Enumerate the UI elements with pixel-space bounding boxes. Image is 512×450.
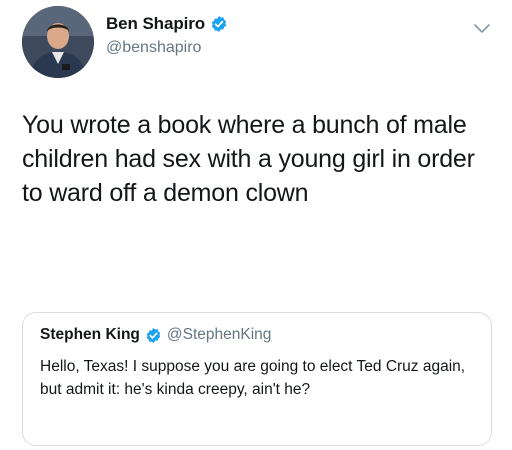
quoted-tweet-header: Stephen King @StephenKing (40, 324, 271, 346)
avatar[interactable] (22, 6, 94, 78)
display-name[interactable]: Ben Shapiro (106, 14, 205, 34)
chevron-down-icon[interactable] (473, 22, 491, 34)
quoted-display-name: Stephen King (40, 326, 140, 343)
quoted-verified-badge-icon (145, 327, 162, 344)
verified-badge-icon (210, 15, 228, 33)
tweet-text: You wrote a book where a bunch of male c… (22, 111, 475, 207)
quoted-tweet-text: Hello, Texas! I suppose you are going to… (40, 358, 466, 398)
quoted-handle: @StephenKing (166, 326, 272, 343)
tweet-author: Ben Shapiro @benshapiro (106, 12, 228, 57)
tweet: Ben Shapiro @benshapiro You wrote a book… (0, 0, 512, 450)
quoted-tweet[interactable]: Stephen King @StephenKing Hello, Texas! … (22, 312, 492, 446)
author-handle[interactable]: @benshapiro (106, 39, 228, 57)
name-row: Ben Shapiro (106, 12, 228, 36)
